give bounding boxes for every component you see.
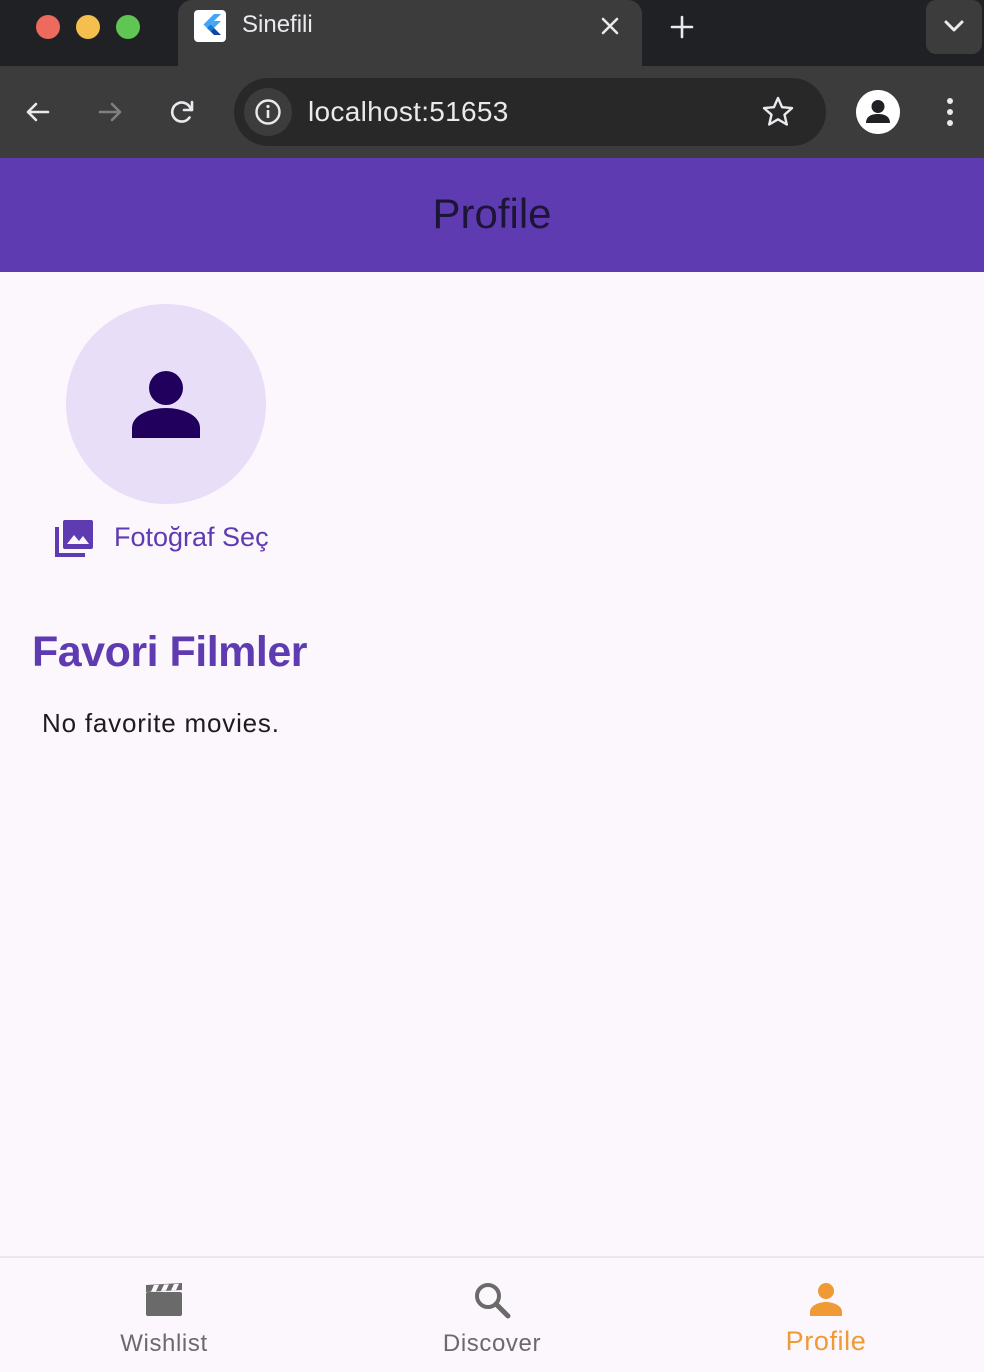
- flutter-favicon-icon: [194, 10, 226, 42]
- address-bar[interactable]: localhost:51653: [234, 78, 826, 146]
- reload-icon[interactable]: [160, 90, 204, 134]
- tab-title: Sinefili: [242, 11, 313, 38]
- nav-label-profile: Profile: [785, 1326, 867, 1356]
- window-close-button[interactable]: [36, 15, 60, 39]
- avatar[interactable]: [66, 304, 266, 504]
- photo-library-icon: [52, 516, 96, 560]
- search-icon: [468, 1276, 516, 1324]
- nav-item-profile[interactable]: Profile: [662, 1258, 984, 1372]
- nav-label-wishlist: Wishlist: [120, 1330, 208, 1357]
- movie-icon: [140, 1276, 188, 1324]
- tab-close-icon[interactable]: [596, 12, 624, 40]
- window-minimize-button[interactable]: [76, 15, 100, 39]
- pick-photo-label: Fotoğraf Seç: [114, 522, 269, 552]
- page-title: Profile: [432, 190, 552, 237]
- nav-item-wishlist[interactable]: Wishlist: [0, 1258, 328, 1372]
- url-text[interactable]: localhost:51653: [308, 96, 509, 128]
- pick-photo-button[interactable]: Fotoğraf Seç: [46, 510, 286, 566]
- kebab-menu-icon[interactable]: [930, 90, 970, 134]
- browser-tabstrip: Sinefili: [0, 0, 984, 66]
- browser-toolbar: localhost:51653: [0, 66, 984, 158]
- forward-arrow-icon[interactable]: [88, 90, 132, 134]
- site-info-icon[interactable]: [244, 88, 292, 136]
- favorites-empty-text: No favorite movies.: [42, 708, 280, 738]
- nav-label-discover: Discover: [442, 1330, 542, 1357]
- window-maximize-button[interactable]: [116, 15, 140, 39]
- person-icon: [132, 371, 200, 438]
- nav-item-discover[interactable]: Discover: [328, 1258, 656, 1372]
- browser-profile-icon[interactable]: [856, 90, 900, 134]
- tab-search-chevron-down-icon[interactable]: [926, 0, 982, 54]
- back-arrow-icon[interactable]: [16, 90, 60, 134]
- app-bar: Profile: [0, 158, 984, 272]
- favorites-heading: Favori Filmler: [32, 628, 307, 676]
- bottom-navigation: Wishlist Discover Profile: [0, 1256, 984, 1372]
- browser-tab[interactable]: Sinefili: [178, 0, 642, 66]
- new-tab-icon[interactable]: [664, 10, 700, 44]
- bookmark-star-icon[interactable]: [758, 92, 798, 132]
- person-icon: [802, 1276, 850, 1324]
